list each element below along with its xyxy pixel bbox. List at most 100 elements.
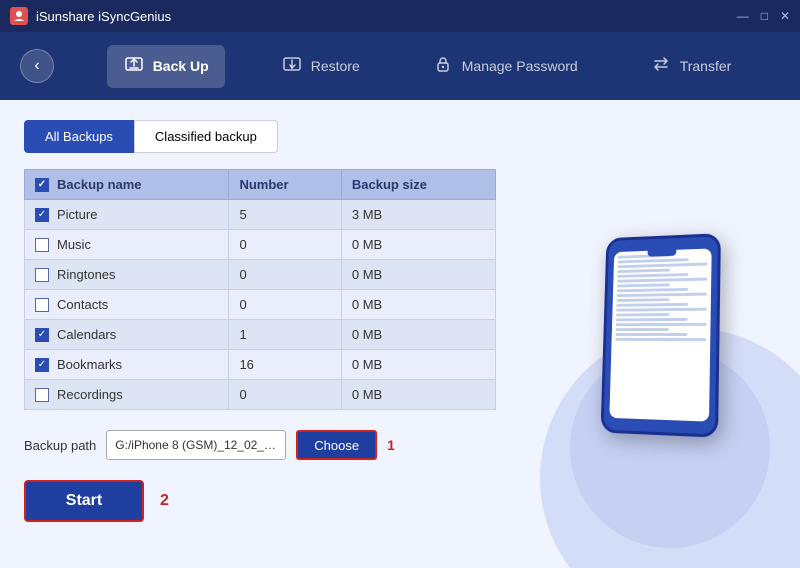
table-cell-name: Ringtones [25,260,229,290]
table-cell-number: 5 [229,200,341,230]
phone-line-5 [617,273,689,278]
nav-tab-manage-password[interactable]: Manage Password [416,45,594,88]
table-cell-size: 0 MB [341,230,495,260]
nav-tab-backup-label: Back Up [153,58,209,74]
table-cell-size: 0 MB [341,380,495,410]
close-button[interactable]: ✕ [780,9,790,23]
row-name-2: Ringtones [57,267,116,282]
phone-line-17 [615,333,687,336]
nav-tab-restore-label: Restore [311,58,360,74]
table-cell-size: 0 MB [341,320,495,350]
nav-tab-manage-password-label: Manage Password [462,58,578,74]
table-cell-name: Picture [25,200,229,230]
row-checkbox-6[interactable] [35,388,49,402]
phone-line-4 [617,269,670,273]
table-row: Ringtones 00 MB [25,260,496,290]
phone-line-10 [616,298,669,302]
title-bar: iSunshare iSyncGenius — □ ✕ [0,0,800,32]
table-cell-name: Contacts [25,290,229,320]
table-cell-name: Music [25,230,229,260]
right-panel [520,100,800,568]
row-checkbox-4[interactable] [35,328,49,342]
row-checkbox-1[interactable] [35,238,49,252]
phone-line-12 [616,308,707,312]
row-name-4: Calendars [57,327,116,342]
row-checkbox-3[interactable] [35,298,49,312]
phone-illustration [600,233,720,438]
table-cell-number: 16 [229,350,341,380]
row-name-0: Picture [57,207,97,222]
phone-screen [609,248,711,421]
backup-table: Backup name Number Backup size Picture 5… [24,169,496,410]
title-bar-left: iSunshare iSyncGenius [10,7,171,25]
backup-path-label: Backup path [24,438,96,453]
table-cell-number: 0 [229,230,341,260]
phone-line-16 [616,328,670,331]
tab-all-backups[interactable]: All Backups [24,120,134,153]
table-cell-number: 1 [229,320,341,350]
step2-number: 2 [160,492,169,510]
back-button[interactable]: ‹ [20,49,54,83]
start-btn-row: Start 2 [24,480,496,522]
phone-notch [648,250,677,257]
nav-tab-backup[interactable]: Back Up [107,45,225,88]
start-button[interactable]: Start [24,480,144,522]
backup-path-input[interactable] [106,430,286,460]
restore-icon [281,53,303,80]
nav-bar: ‹ Back Up Restore [0,32,800,100]
table-cell-size: 0 MB [341,350,495,380]
col-header-number: Number [229,170,341,200]
table-cell-number: 0 [229,290,341,320]
phone-line-14 [616,318,688,321]
phone-line-18 [615,338,706,341]
col-header-size: Backup size [341,170,495,200]
phone-line-7 [617,283,670,287]
col-header-name: Backup name [25,170,229,200]
backup-icon [123,53,145,80]
nav-tabs: Back Up Restore Manage Password [74,45,780,88]
table-cell-size: 0 MB [341,260,495,290]
phone-line-9 [617,293,707,298]
backup-path-row: Backup path Choose 1 [24,430,496,460]
table-header-row: Backup name Number Backup size [25,170,496,200]
phone-line-15 [616,323,707,326]
table-row: Calendars 10 MB [25,320,496,350]
table-cell-number: 0 [229,260,341,290]
table-cell-name: Recordings [25,380,229,410]
choose-button[interactable]: Choose [296,430,377,460]
title-bar-controls: — □ ✕ [737,9,790,23]
content-tabs: All Backups Classified backup [24,120,496,153]
table-cell-name: Bookmarks [25,350,229,380]
phone-line-3 [617,263,707,269]
transfer-icon [650,53,672,80]
nav-tab-transfer-label: Transfer [680,58,732,74]
select-all-checkbox[interactable] [35,178,49,192]
left-panel: All Backups Classified backup Backup nam… [0,100,520,568]
row-name-3: Contacts [57,297,108,312]
row-checkbox-5[interactable] [35,358,49,372]
table-cell-size: 3 MB [341,200,495,230]
nav-tab-restore[interactable]: Restore [265,45,376,88]
phone-screen-content [609,248,711,421]
table-row: Bookmarks 160 MB [25,350,496,380]
row-name-5: Bookmarks [57,357,122,372]
table-row: Picture 53 MB [25,200,496,230]
table-cell-size: 0 MB [341,290,495,320]
row-checkbox-0[interactable] [35,208,49,222]
main-content: All Backups Classified backup Backup nam… [0,100,800,568]
table-row: Music 00 MB [25,230,496,260]
app-title: iSunshare iSyncGenius [36,9,171,24]
minimize-button[interactable]: — [737,9,749,23]
step1-number: 1 [387,437,395,453]
maximize-button[interactable]: □ [761,9,768,23]
table-row: Contacts 00 MB [25,290,496,320]
table-row: Recordings 00 MB [25,380,496,410]
row-checkbox-2[interactable] [35,268,49,282]
tab-classified-backup[interactable]: Classified backup [134,120,278,153]
row-name-6: Recordings [57,387,123,402]
phone-line-11 [616,303,688,307]
table-cell-number: 0 [229,380,341,410]
phone-line-13 [616,313,670,316]
lock-icon [432,53,454,80]
nav-tab-transfer[interactable]: Transfer [634,45,748,88]
